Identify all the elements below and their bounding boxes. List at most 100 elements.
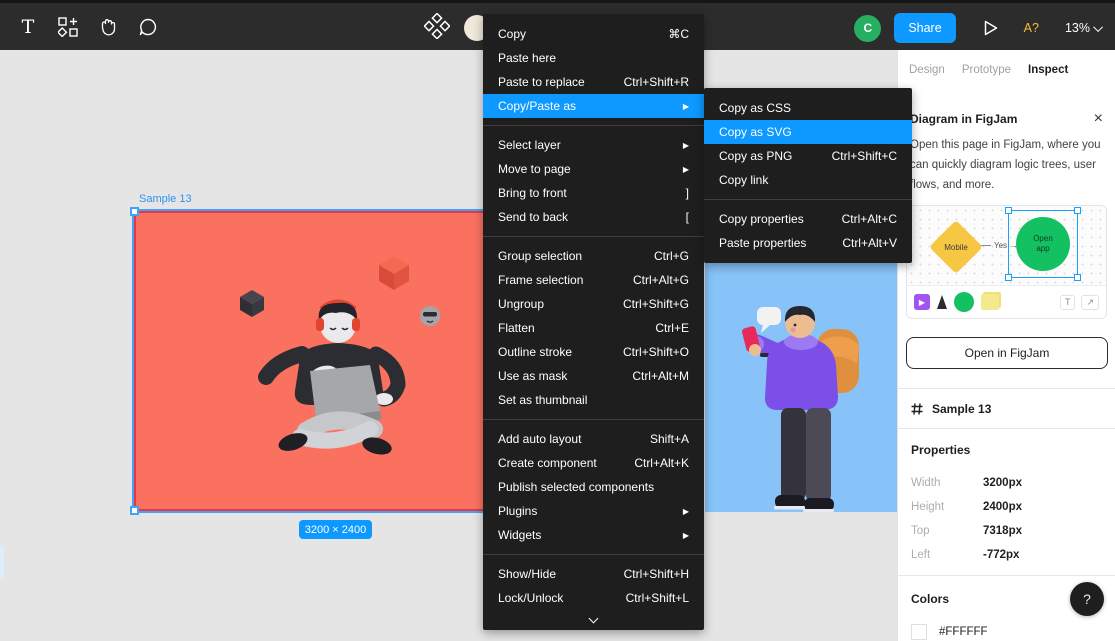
selected-layer-name: Sample 13 (932, 402, 991, 416)
emoji-sphere (420, 306, 440, 326)
menu-item-copy-as-png[interactable]: Copy as PNGCtrl+Shift+C (704, 144, 912, 168)
sticky-note-icon (981, 294, 999, 310)
color-hex-value: #FFFFFF (939, 626, 988, 638)
selected-layer-row[interactable]: Sample 13 (898, 389, 1115, 428)
menu-shortcut: Ctrl+Shift+G (623, 297, 689, 311)
menu-shortcut: ] (686, 186, 689, 200)
figma-app: Sample 13 (0, 0, 1115, 641)
menu-item-show-hide[interactable]: Show/HideCtrl+Shift+H (483, 562, 704, 586)
menu-item-set-as-thumbnail[interactable]: Set as thumbnail (483, 388, 704, 412)
properties-title: Properties (911, 443, 1102, 457)
frame-hash-icon (911, 403, 923, 415)
share-button[interactable]: Share (894, 13, 955, 43)
menu-shortcut: Shift+A (650, 432, 689, 446)
tab-prototype[interactable]: Prototype (962, 64, 1011, 76)
present-play-icon[interactable] (974, 11, 1008, 45)
property-value: 3200px (983, 477, 1022, 489)
menu-item-copy-properties[interactable]: Copy propertiesCtrl+Alt+C (704, 207, 912, 231)
tab-inspect[interactable]: Inspect (1028, 64, 1068, 76)
menu-item-ungroup[interactable]: UngroupCtrl+Shift+G (483, 292, 704, 316)
menu-separator (483, 236, 704, 237)
zoom-level-control[interactable]: 13% (1065, 21, 1103, 35)
menu-item-add-auto-layout[interactable]: Add auto layoutShift+A (483, 427, 704, 451)
menu-item-create-component[interactable]: Create componentCtrl+Alt+K (483, 451, 704, 475)
hand-tool-icon[interactable] (88, 5, 128, 49)
property-value: -772px (983, 549, 1019, 561)
menu-shortcut: Ctrl+Alt+M (632, 369, 689, 383)
submenu-arrow-icon: ▶ (683, 141, 689, 150)
color-swatches: #FFFFFF (911, 624, 1102, 640)
accessibility-indicator[interactable]: A? (1024, 21, 1039, 35)
color-swatch[interactable] (911, 624, 927, 640)
chevron-down-icon (1093, 22, 1103, 32)
menu-item-paste-to-replace[interactable]: Paste to replaceCtrl+Shift+R (483, 70, 704, 94)
color-row: #FFFFFF (911, 624, 1102, 640)
menu-shortcut: Ctrl+Alt+G (633, 273, 689, 287)
open-in-figjam-button[interactable]: Open in FigJam (906, 337, 1108, 369)
menu-item-move-to-page[interactable]: Move to page▶ (483, 157, 704, 181)
user-avatar[interactable]: C (854, 15, 881, 42)
help-button[interactable]: ? (1070, 582, 1104, 616)
menu-item-copy-paste-as[interactable]: Copy/Paste as▶ (483, 94, 704, 118)
menu-item-publish-selected-components[interactable]: Publish selected components (483, 475, 704, 499)
menu-shortcut: [ (686, 210, 689, 224)
menu-separator (483, 419, 704, 420)
menu-item-flatten[interactable]: FlattenCtrl+E (483, 316, 704, 340)
selection-handle-top-left[interactable] (130, 207, 139, 216)
menu-item-lock-unlock[interactable]: Lock/UnlockCtrl+Shift+L (483, 586, 704, 610)
pen-tool-icon (937, 295, 947, 309)
zoom-level-value: 13% (1065, 21, 1090, 35)
menu-item-send-to-back[interactable]: Send to back[ (483, 205, 704, 229)
menu-shortcut: Ctrl+Alt+K (634, 456, 689, 470)
figjam-card-title: Diagram in FigJam (910, 112, 1017, 126)
menu-item-plugins[interactable]: Plugins▶ (483, 499, 704, 523)
property-label: Left (911, 549, 983, 561)
preview-figjam-toolbar: ▶ T ↗ (907, 285, 1106, 318)
property-label: Height (911, 501, 983, 513)
menu-item-copy-link[interactable]: Copy link (704, 168, 912, 192)
menu-item-widgets[interactable]: Widgets▶ (483, 523, 704, 547)
speech-bubble (757, 307, 781, 333)
selection-handle-bottom-left[interactable] (130, 506, 139, 515)
menu-separator (483, 125, 704, 126)
figjam-card-body: Open this page in FigJam, where you can … (910, 135, 1103, 195)
menu-separator (483, 554, 704, 555)
comment-tool-icon[interactable] (128, 5, 168, 49)
properties-rows: Width3200pxHeight2400pxTop7318pxLeft-772… (911, 471, 1102, 567)
page-edge-indicator (0, 547, 4, 579)
cursor-tool-icon: ▶ (914, 294, 930, 310)
menu-item-frame-selection[interactable]: Frame selectionCtrl+Alt+G (483, 268, 704, 292)
menu-item-copy-as-svg[interactable]: Copy as SVG (704, 120, 912, 144)
text-tool-icon[interactable]: T (8, 5, 48, 49)
size-badge: 3200 × 2400 (299, 520, 372, 539)
inspector-panel: Design Prototype Inspect Diagram in FigJam… (897, 50, 1115, 641)
menu-shortcut: Ctrl+Alt+C (842, 212, 897, 226)
menu-item-bring-to-front[interactable]: Bring to front] (483, 181, 704, 205)
widgets-diamond-icon[interactable] (424, 13, 450, 44)
tab-design[interactable]: Design (909, 64, 945, 76)
submenu-arrow-icon: ▶ (683, 507, 689, 516)
property-value: 2400px (983, 501, 1022, 513)
menu-item-paste-properties[interactable]: Paste propertiesCtrl+Alt+V (704, 231, 912, 255)
menu-separator (704, 199, 912, 200)
frame-name-label[interactable]: Sample 13 (139, 193, 192, 205)
menu-item-select-layer[interactable]: Select layer▶ (483, 133, 704, 157)
menu-shortcut: Ctrl+E (655, 321, 689, 335)
submenu-arrow-icon: ▶ (683, 102, 689, 111)
menu-item-group-selection[interactable]: Group selectionCtrl+G (483, 244, 704, 268)
menu-item-copy[interactable]: Copy⌘C (483, 22, 704, 46)
preview-circle-node: Open app (1016, 217, 1070, 271)
menu-shortcut: ⌘C (668, 27, 689, 41)
shapes-tool-icon[interactable] (48, 5, 88, 49)
properties-section: Properties Width3200pxHeight2400pxTop731… (898, 429, 1115, 575)
menu-item-copy-as-css[interactable]: Copy as CSS (704, 96, 912, 120)
close-icon[interactable]: × (1094, 111, 1103, 127)
text-tool-mini-icon: T (1060, 295, 1076, 310)
menu-item-outline-stroke[interactable]: Outline strokeCtrl+Shift+O (483, 340, 704, 364)
person (741, 306, 859, 512)
property-row-width: Width3200px (911, 471, 1102, 495)
menu-item-use-as-mask[interactable]: Use as maskCtrl+Alt+M (483, 364, 704, 388)
menu-shortcut: Ctrl+Shift+C (832, 149, 897, 163)
menu-item-paste-here[interactable]: Paste here (483, 46, 704, 70)
menu-more-chevron-icon[interactable] (483, 610, 704, 626)
